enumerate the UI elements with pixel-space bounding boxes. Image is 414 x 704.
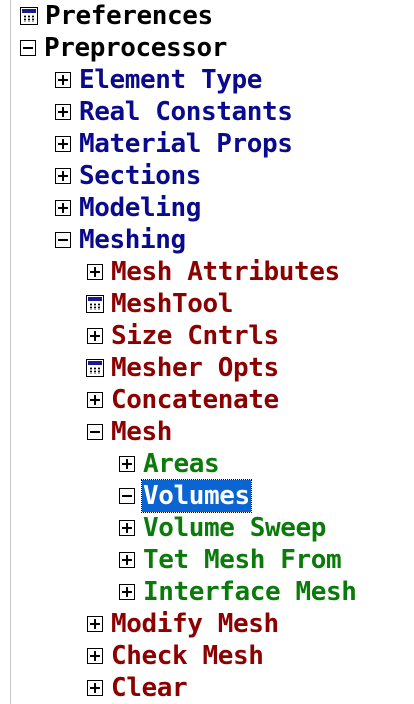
tree-item-mesher-opts[interactable]: Mesher Opts [86, 352, 280, 384]
tree-item-label: Concatenate [111, 385, 279, 415]
tree-item-label: Modeling [79, 193, 202, 223]
expand-plus-icon[interactable] [55, 136, 71, 152]
expand-plus-icon[interactable] [119, 456, 135, 472]
tree-item-modeling[interactable]: Modeling [55, 192, 202, 224]
tree-item-label: Clear [111, 673, 188, 703]
tree-item-tet-mesh-from[interactable]: Tet Mesh From [119, 544, 342, 576]
collapse-minus-icon[interactable] [119, 488, 135, 504]
tree-item-label: Preprocessor [44, 33, 228, 63]
tree-item-label: Mesh Attributes [111, 257, 340, 287]
collapse-minus-icon[interactable] [87, 424, 103, 440]
tree-item-label: Modify Mesh [111, 609, 279, 639]
tree-item-volume-sweep[interactable]: Volume Sweep [119, 512, 327, 544]
tree-item-label: Interface Mesh [143, 577, 357, 607]
tree-item-label: Real Constants [79, 97, 293, 127]
tree-item-sections[interactable]: Sections [55, 160, 202, 192]
tree-item-size-cntrls[interactable]: Size Cntrls [87, 320, 280, 352]
expand-plus-icon[interactable] [55, 168, 71, 184]
expand-plus-icon[interactable] [55, 72, 71, 88]
tree-item-areas[interactable]: Areas [119, 448, 220, 480]
tree-item-label: Areas [143, 449, 220, 479]
tree-item-label: Material Props [79, 129, 293, 159]
tree-item-preprocessor[interactable]: Preprocessor [20, 32, 228, 64]
expand-plus-icon[interactable] [87, 648, 103, 664]
tree-item-label: Element Type [79, 65, 263, 95]
expand-plus-icon[interactable] [55, 200, 71, 216]
calculator-icon [86, 295, 104, 313]
tree-item-modify-mesh[interactable]: Modify Mesh [87, 608, 280, 640]
tree-item-mesh-attributes[interactable]: Mesh Attributes [87, 256, 341, 288]
tree-item-label: Check Mesh [111, 641, 264, 671]
tree-item-label-selected: Volumes [141, 479, 252, 513]
collapse-minus-icon[interactable] [55, 232, 71, 248]
tree-item-label: Preferences [45, 1, 213, 31]
tree-item-material-props[interactable]: Material Props [55, 128, 294, 160]
tree-item-interface-mesh[interactable]: Interface Mesh [119, 576, 358, 608]
expand-plus-icon[interactable] [87, 264, 103, 280]
expand-plus-icon[interactable] [119, 584, 135, 600]
tree-item-meshing[interactable]: Meshing [55, 224, 187, 256]
expand-plus-icon[interactable] [87, 328, 103, 344]
main-menu-tree: Preferences Preprocessor Element Type Re… [0, 0, 414, 704]
tree-item-label: Mesh [111, 417, 173, 447]
calculator-icon [86, 359, 104, 377]
tree-item-volumes[interactable]: Volumes [119, 479, 252, 513]
tree-item-mesh[interactable]: Mesh [87, 416, 173, 448]
expand-plus-icon[interactable] [119, 552, 135, 568]
tree-item-label: Tet Mesh From [143, 545, 342, 575]
tree-item-label: Size Cntrls [111, 321, 279, 351]
tree-item-label: Mesher Opts [111, 353, 279, 383]
tree-item-element-type[interactable]: Element Type [55, 64, 263, 96]
tree-item-real-constants[interactable]: Real Constants [55, 96, 294, 128]
tree-item-meshtool[interactable]: MeshTool [86, 288, 234, 320]
expand-plus-icon[interactable] [87, 616, 103, 632]
tree-item-clear[interactable]: Clear [87, 672, 188, 704]
collapse-minus-icon[interactable] [20, 40, 36, 56]
expand-plus-icon[interactable] [87, 680, 103, 696]
calculator-icon [20, 7, 38, 25]
tree-item-check-mesh[interactable]: Check Mesh [87, 640, 265, 672]
expand-plus-icon[interactable] [87, 392, 103, 408]
tree-item-preferences[interactable]: Preferences [20, 0, 214, 32]
tree-item-label: Sections [79, 161, 202, 191]
expand-plus-icon[interactable] [55, 104, 71, 120]
tree-item-label: Volume Sweep [143, 513, 327, 543]
tree-item-label: Meshing [79, 225, 186, 255]
tree-item-label: MeshTool [111, 289, 234, 319]
expand-plus-icon[interactable] [119, 520, 135, 536]
tree-item-concatenate[interactable]: Concatenate [87, 384, 280, 416]
